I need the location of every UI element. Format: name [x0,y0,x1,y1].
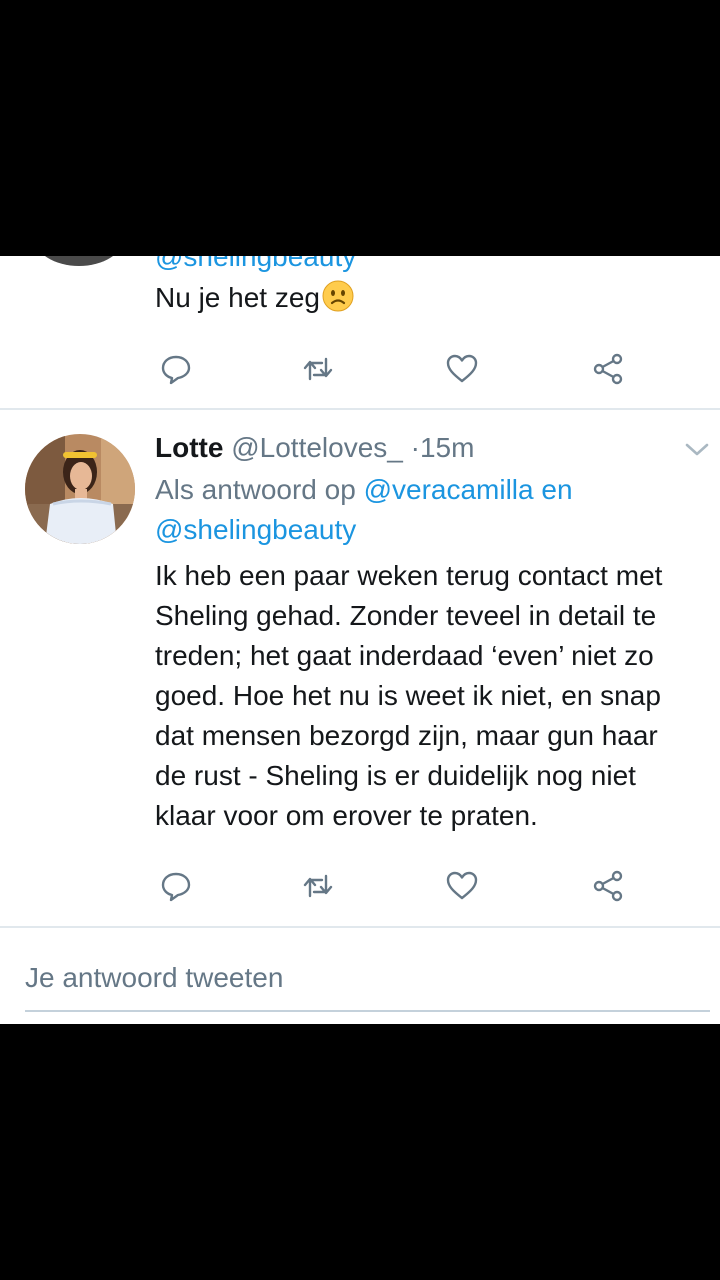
reply-compose-input[interactable]: Je antwoord tweeten [25,958,283,998]
author-handle[interactable]: @Lotteloves_ [231,432,403,463]
reply-button[interactable] [156,866,196,906]
tweet-text-line: Ik heb een paar weken terug contact met [155,560,663,591]
reply-icon [161,872,191,902]
previous-reply-mention[interactable]: @shelingbeauty [155,256,356,274]
reply-prefix: Als antwoord op [155,474,356,505]
previous-avatar[interactable] [34,256,124,266]
tweet-divider [0,408,720,410]
reply-mention-shelingbeauty[interactable]: @shelingbeauty [155,514,356,545]
tweet-text-line: goed. Hoe het nu is weet ik niet, en sna… [155,680,661,711]
tweet-text-line: klaar voor om erover te praten. [155,800,538,831]
reply-conjunction[interactable]: en [541,474,572,505]
bottom-letterbox [0,1024,720,1280]
compose-divider [0,926,720,928]
reply-context: Als antwoord op @veracamilla en @sheling… [155,470,695,550]
share-button[interactable] [588,349,628,389]
like-button[interactable] [442,349,482,389]
tweet-thread: @shelingbeauty Nu je het zeg Lotte @Lott… [0,256,720,1024]
tweet-text: Ik heb een paar weken terug contact met … [155,556,715,836]
tweet-text-line: treden; het gaat inderdaad ‘even’ niet z… [155,640,654,671]
retweet-button[interactable] [298,349,338,389]
compose-underline [25,1010,710,1012]
frowning-face-emoji [322,280,354,323]
retweet-icon [303,357,333,381]
like-icon [446,871,478,900]
reply-icon [161,355,191,385]
tweet-menu-button[interactable] [682,440,712,460]
separator-dot: · [410,432,420,463]
previous-tweet-actions [155,349,635,389]
share-button[interactable] [588,866,628,906]
previous-tweet-text-content: Nu je het zeg [155,282,320,313]
reply-mention-veracamilla[interactable]: @veracamilla [364,474,534,505]
tweet-text-line: Sheling gehad. Zonder teveel in detail t… [155,600,657,631]
tweet-text-line: de rust - Sheling is er duidelijk nog ni… [155,760,636,791]
like-button[interactable] [442,866,482,906]
tweet-actions [155,866,635,906]
top-letterbox [0,0,720,256]
retweet-button[interactable] [298,866,338,906]
share-icon [593,870,623,902]
previous-tweet-text: Nu je het zeg [155,278,354,323]
retweet-icon [303,874,333,898]
share-icon [593,353,623,385]
like-icon [446,354,478,383]
timestamp[interactable]: 15m [420,432,474,463]
reply-button[interactable] [156,349,196,389]
chevron-down-icon [685,443,709,456]
tweet-text-line: dat mensen bezorgd zijn, maar gun haar [155,720,658,751]
author-name[interactable]: Lotte [155,432,223,463]
tweet-header: Lotte @Lotteloves_ ·15m [155,428,474,468]
avatar[interactable] [25,434,135,544]
